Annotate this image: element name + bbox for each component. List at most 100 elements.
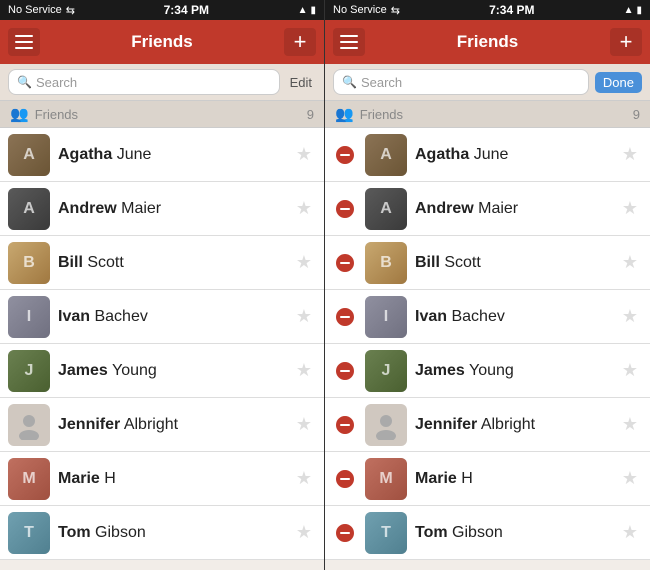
list-item[interactable]: A Agatha June ★	[325, 128, 650, 182]
delete-button[interactable]	[333, 413, 357, 437]
search-icon: 🔍	[342, 75, 357, 89]
list-item[interactable]: A Andrew Maier ★	[325, 182, 650, 236]
wifi-icon: ⇆	[66, 4, 75, 17]
search-bar: 🔍 Search Edit	[0, 64, 324, 100]
star-button[interactable]: ★	[618, 251, 642, 275]
no-service-text: No Service	[8, 4, 62, 16]
list-item[interactable]: M Marie H ★	[0, 452, 324, 506]
battery-icon: ▮	[636, 5, 642, 16]
search-input-wrap[interactable]: 🔍 Search	[8, 69, 280, 95]
avatar: A	[8, 188, 50, 230]
star-button[interactable]: ★	[618, 197, 642, 221]
panel-edit: No Service ⇆ 7:34 PM ▲ ▮ Friends +	[325, 0, 650, 570]
star-button[interactable]: ★	[618, 521, 642, 545]
panel-normal: No Service ⇆ 7:34 PM ▲ ▮ Friends +	[0, 0, 325, 570]
search-placeholder: Search	[36, 75, 77, 90]
avatar-placeholder	[8, 404, 50, 446]
add-button[interactable]: +	[610, 28, 642, 56]
status-bar: No Service ⇆ 7:34 PM ▲ ▮	[0, 0, 324, 20]
status-bar: No Service ⇆ 7:34 PM ▲ ▮	[325, 0, 650, 20]
star-button[interactable]: ★	[292, 359, 316, 383]
status-right: ▲ ▮	[298, 5, 316, 16]
delete-button[interactable]	[333, 305, 357, 329]
star-icon: ★	[622, 360, 638, 381]
star-icon: ★	[296, 306, 312, 327]
edit-button[interactable]: Edit	[286, 73, 316, 92]
delete-button[interactable]	[333, 521, 357, 545]
delete-button[interactable]	[333, 467, 357, 491]
done-button[interactable]: Done	[595, 72, 642, 93]
list-item[interactable]: M Marie H ★	[325, 452, 650, 506]
star-button[interactable]: ★	[618, 359, 642, 383]
friends-list: A Agatha June ★ A Andrew Maier ★ B Bi	[0, 128, 324, 570]
item-name: Bill Scott	[415, 254, 610, 272]
delete-button[interactable]	[333, 359, 357, 383]
menu-button[interactable]	[333, 28, 365, 56]
item-name: Andrew Maier	[415, 200, 610, 218]
item-name: James Young	[58, 362, 284, 380]
section-label: Friends	[360, 107, 627, 122]
list-item[interactable]: B Bill Scott ★	[325, 236, 650, 290]
star-icon: ★	[296, 414, 312, 435]
status-left: No Service ⇆	[333, 4, 400, 17]
battery-icon: ▮	[310, 5, 316, 16]
star-button[interactable]: ★	[292, 143, 316, 167]
item-name: Jennifer Albright	[415, 416, 610, 434]
section-header: 👥 Friends 9	[325, 100, 650, 128]
list-item[interactable]: J James Young ★	[0, 344, 324, 398]
star-button[interactable]: ★	[292, 467, 316, 491]
star-button[interactable]: ★	[618, 143, 642, 167]
delete-button[interactable]	[333, 251, 357, 275]
delete-button[interactable]	[333, 197, 357, 221]
item-name: Tom Gibson	[415, 524, 610, 542]
star-icon: ★	[622, 252, 638, 273]
item-name: Agatha June	[58, 146, 284, 164]
nav-title: Friends	[40, 32, 284, 52]
star-button[interactable]: ★	[292, 197, 316, 221]
avatar: J	[365, 350, 407, 392]
status-left: No Service ⇆	[8, 4, 75, 17]
star-icon: ★	[296, 252, 312, 273]
list-item[interactable]: I Ivan Bachev ★	[0, 290, 324, 344]
list-item[interactable]: B Bill Scott ★	[0, 236, 324, 290]
menu-button[interactable]	[8, 28, 40, 56]
avatar: B	[365, 242, 407, 284]
star-button[interactable]: ★	[292, 305, 316, 329]
item-name: Jennifer Albright	[58, 416, 284, 434]
item-name: Agatha June	[415, 146, 610, 164]
star-button[interactable]: ★	[292, 413, 316, 437]
star-button[interactable]: ★	[292, 521, 316, 545]
star-button[interactable]: ★	[618, 413, 642, 437]
star-icon: ★	[296, 522, 312, 543]
list-item[interactable]: T Tom Gibson ★	[0, 506, 324, 560]
item-name: Marie H	[415, 470, 610, 488]
search-input-wrap[interactable]: 🔍 Search	[333, 69, 589, 95]
list-item[interactable]: I Ivan Bachev ★	[325, 290, 650, 344]
list-item[interactable]: A Andrew Maier ★	[0, 182, 324, 236]
star-button[interactable]: ★	[618, 305, 642, 329]
star-icon: ★	[622, 198, 638, 219]
item-name: Ivan Bachev	[415, 308, 610, 326]
star-icon: ★	[296, 468, 312, 489]
section-header: 👥 Friends 9	[0, 100, 324, 128]
no-service-text: No Service	[333, 4, 387, 16]
status-right: ▲ ▮	[624, 5, 642, 16]
list-item[interactable]: Jennifer Albright ★	[0, 398, 324, 452]
item-name: Marie H	[58, 470, 284, 488]
list-item[interactable]: A Agatha June ★	[0, 128, 324, 182]
list-item[interactable]: Jennifer Albright ★	[325, 398, 650, 452]
nav-title: Friends	[365, 32, 610, 52]
avatar: J	[8, 350, 50, 392]
section-count: 9	[307, 107, 314, 122]
status-time: 7:34 PM	[489, 3, 534, 17]
list-item[interactable]: T Tom Gibson ★	[325, 506, 650, 560]
avatar: I	[8, 296, 50, 338]
item-name: Tom Gibson	[58, 524, 284, 542]
avatar: B	[8, 242, 50, 284]
star-button[interactable]: ★	[292, 251, 316, 275]
star-button[interactable]: ★	[618, 467, 642, 491]
list-item[interactable]: J James Young ★	[325, 344, 650, 398]
delete-button[interactable]	[333, 143, 357, 167]
status-time: 7:34 PM	[164, 3, 209, 17]
add-button[interactable]: +	[284, 28, 316, 56]
